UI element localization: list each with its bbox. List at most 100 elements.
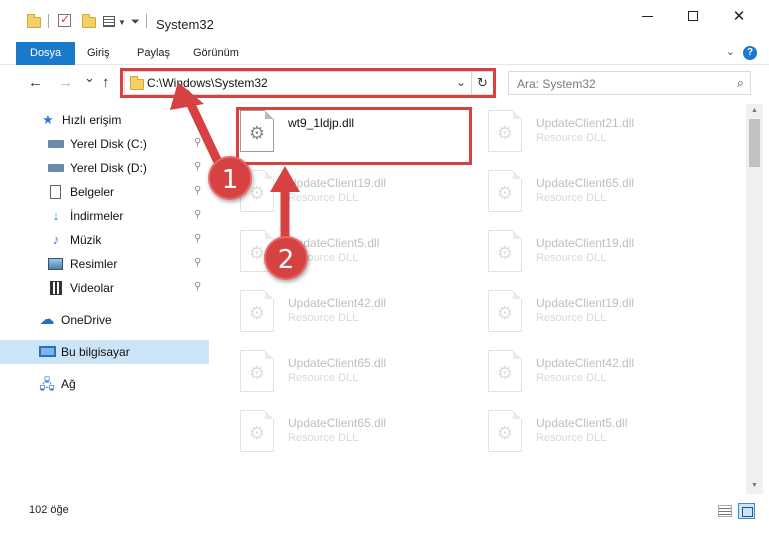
up-button[interactable]: ↑	[102, 74, 110, 91]
sidebar-item-network[interactable]: 🖧 Ağ	[0, 372, 209, 396]
onedrive-icon: ☁	[39, 311, 55, 328]
file-type: Resource DLL	[288, 192, 359, 204]
help-icon[interactable]: ?	[743, 46, 757, 60]
expand-ribbon-chevron-icon[interactable]: ⌄	[726, 45, 735, 58]
scrollbar-thumb[interactable]	[749, 119, 760, 167]
pin-icon[interactable]: ⚲	[194, 281, 201, 292]
back-button[interactable]: ←	[28, 74, 43, 91]
sidebar-item-pictures[interactable]: Resimler ⚲	[0, 252, 209, 276]
maximize-icon	[688, 11, 698, 21]
file-item[interactable]: ⚙ UpdateClient5.dll Resource DLL	[488, 410, 728, 462]
gear-icon: ⚙	[248, 363, 266, 383]
quick-access-dropdown-icon[interactable]: ⏷	[131, 16, 140, 29]
sidebar-item-onedrive[interactable]: ☁ OneDrive	[0, 308, 209, 332]
sidebar-item-label: Bu bilgisayar	[61, 345, 130, 359]
sidebar-item-label: Ağ	[61, 377, 76, 391]
file-item[interactable]: ⚙ UpdateClient19.dll Resource DLL	[240, 170, 480, 222]
forward-button[interactable]: →	[58, 74, 73, 91]
file-item[interactable]: ⚙ UpdateClient21.dll Resource DLL	[488, 110, 728, 162]
file-name: UpdateClient19.dll	[536, 236, 635, 250]
tab-home[interactable]: Giriş	[73, 42, 124, 65]
file-item[interactable]: ⚙ UpdateClient65.dll Resource DLL	[240, 410, 480, 462]
search-icon[interactable]: ⌕	[737, 75, 744, 91]
file-name: UpdateClient65.dll	[288, 416, 387, 430]
minimize-button[interactable]	[624, 0, 670, 32]
pin-icon[interactable]: ⚲	[194, 185, 201, 196]
file-type: Resource DLL	[536, 312, 607, 324]
sidebar-item-label: İndirmeler	[70, 209, 124, 223]
large-icons-view-icon[interactable]	[738, 503, 755, 519]
sidebar-item-documents[interactable]: Belgeler ⚲	[0, 180, 209, 204]
recent-locations-chevron-icon[interactable]: ⌄	[84, 70, 95, 86]
file-item[interactable]: ⚙ UpdateClient19.dll Resource DLL	[488, 230, 728, 282]
sidebar-item-label: Videolar	[70, 281, 114, 295]
tab-file[interactable]: Dosya	[16, 42, 76, 65]
properties-checkmark-icon[interactable]	[58, 12, 71, 27]
file-item[interactable]: ⚙ UpdateClient65.dll Resource DLL	[240, 350, 480, 402]
file-type: Resource DLL	[288, 432, 359, 444]
dll-file-icon: ⚙	[488, 410, 522, 452]
videos-icon	[50, 281, 62, 295]
dll-file-icon: ⚙	[488, 230, 522, 272]
scroll-down-arrow-icon[interactable]: ▼	[746, 482, 763, 489]
customize-toolbar-chevron-icon[interactable]: ▼	[118, 18, 126, 27]
dll-file-icon: ⚙	[488, 110, 522, 152]
drive-icon	[48, 164, 64, 172]
file-type: Resource DLL	[288, 372, 359, 384]
view-properties-icon[interactable]	[103, 16, 115, 27]
gear-icon: ⚙	[496, 183, 514, 203]
details-view-icon[interactable]	[718, 505, 732, 517]
close-button[interactable]: ✕	[716, 0, 762, 32]
new-folder-icon[interactable]	[82, 14, 96, 28]
pictures-icon	[48, 258, 63, 270]
minimize-icon	[641, 15, 653, 17]
file-item[interactable]: ⚙ UpdateClient19.dll Resource DLL	[488, 290, 728, 342]
sidebar-item-label: Resimler	[70, 257, 118, 271]
file-type: Resource DLL	[536, 192, 607, 204]
pin-icon[interactable]: ⚲	[194, 257, 201, 268]
sidebar-item-label: Hızlı erişim	[62, 113, 122, 127]
file-name: UpdateClient19.dll	[288, 176, 387, 190]
gear-icon: ⚙	[496, 243, 514, 263]
pin-icon[interactable]: ⚲	[194, 161, 201, 172]
pin-icon[interactable]: ⚲	[194, 233, 201, 244]
file-name: UpdateClient65.dll	[536, 176, 635, 190]
sidebar-item-label: Yerel Disk (D:)	[70, 161, 147, 175]
sidebar-item-videos[interactable]: Videolar ⚲	[0, 276, 209, 300]
sidebar-item-this-pc[interactable]: Bu bilgisayar	[0, 340, 209, 364]
dll-file-icon: ⚙	[488, 290, 522, 332]
vertical-scrollbar[interactable]: ▲ ▼	[746, 104, 763, 494]
search-box[interactable]: Ara: System32 ⌕	[508, 71, 751, 95]
pin-icon[interactable]: ⚲	[194, 209, 201, 220]
file-item[interactable]: ⚙ UpdateClient65.dll Resource DLL	[488, 170, 728, 222]
dll-file-icon: ⚙	[240, 290, 274, 332]
tab-share[interactable]: Paylaş	[123, 42, 184, 65]
gear-icon: ⚙	[248, 303, 266, 323]
pin-icon[interactable]: ⚲	[194, 137, 201, 148]
sidebar-item-quick-access[interactable]: ★ Hızlı erişim	[0, 108, 209, 132]
file-type: Resource DLL	[536, 252, 607, 264]
folder-icon	[27, 14, 41, 28]
tab-view[interactable]: Görünüm	[179, 42, 253, 65]
gear-icon: ⚙	[496, 363, 514, 383]
step-1-badge: 1	[208, 156, 252, 200]
file-item[interactable]: ⚙ UpdateClient42.dll Resource DLL	[240, 290, 480, 342]
document-icon	[50, 185, 61, 199]
search-input[interactable]: Ara: System32	[517, 77, 596, 91]
file-type: Resource DLL	[288, 312, 359, 324]
sidebar-item-local-disk-c[interactable]: Yerel Disk (C:) ⚲	[0, 132, 209, 156]
scroll-up-arrow-icon[interactable]: ▲	[746, 107, 763, 114]
dll-file-icon: ⚙	[488, 350, 522, 392]
sidebar-item-local-disk-d[interactable]: Yerel Disk (D:) ⚲	[0, 156, 209, 180]
file-item[interactable]: ⚙ UpdateClient42.dll Resource DLL	[488, 350, 728, 402]
toolbar-separator	[48, 14, 49, 28]
title-bar: ▼ ⏷ System32 ✕	[0, 0, 769, 42]
maximize-button[interactable]	[670, 0, 716, 32]
sidebar-item-label: Yerel Disk (C:)	[70, 137, 147, 151]
file-name: UpdateClient65.dll	[288, 356, 387, 370]
network-icon: 🖧	[39, 376, 55, 392]
file-type: Resource DLL	[536, 432, 607, 444]
sidebar-item-music[interactable]: ♪ Müzik ⚲	[0, 228, 209, 252]
file-type: Resource DLL	[536, 132, 607, 144]
sidebar-item-downloads[interactable]: ↓ İndirmeler ⚲	[0, 204, 209, 228]
